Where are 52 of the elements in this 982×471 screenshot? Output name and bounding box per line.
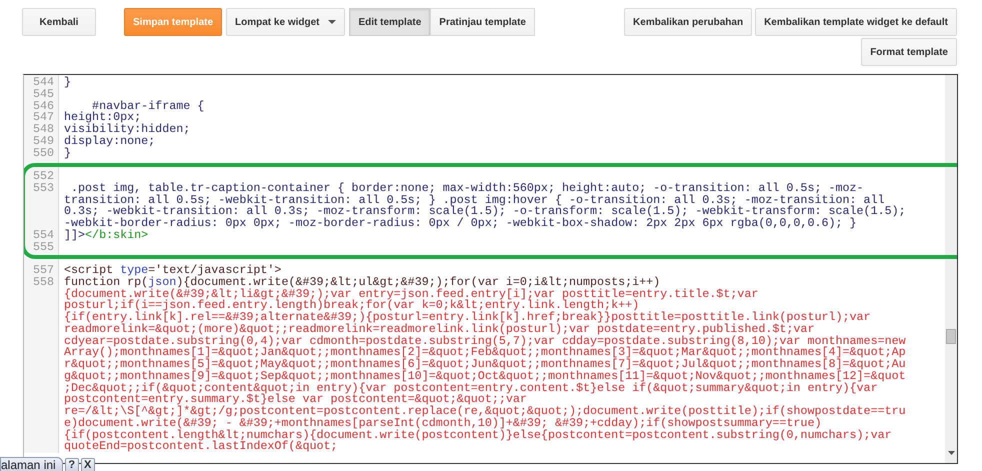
- line-number: 553: [32, 180, 54, 195]
- line-number: 546: [32, 98, 54, 112]
- code-line: -webkit-border-radius: 0px 0px; -moz-border-radius: 0px / 0px; -webkit-box-shadow: 2px 2px 6px rgba(0,0,0,0.6); }: [64, 216, 857, 230]
- line-number: 558: [32, 274, 54, 289]
- code-line: height:0px;: [64, 110, 142, 124]
- code-line: e)document.write(&#39; - &#39;+monthnames[parseInt(cdmonth,10)]+&#39; &#39;+cdday);if(showpostsummary==true): [64, 416, 822, 430]
- toolbar-button[interactable]: Format template: [861, 38, 957, 66]
- line-number: 555: [32, 240, 54, 254]
- line-number: 549: [32, 134, 54, 148]
- line-number: 545: [32, 86, 54, 101]
- code-line: display:none;: [64, 134, 156, 148]
- code-line: cdyear=postdate.substring(0,4);var cdmonth=postdate.substring(5,7);var cdday=postdate.substring(8,10);var monthnames=new: [64, 334, 906, 348]
- translate-bar-tab[interactable]: alaman ini: [0, 457, 63, 471]
- code-line: ;Dec&quot;;if(&quot;content&quot;in entry){var postcontent=entry.content.$t}else if(&quot;summary&quot;in entry){var: [64, 380, 878, 394]
- code-line: 0.3s; -webkit-transition: all 0.3s; -moz-transform: scale(1.5); -o-transform: scale(1.5); -webkit-transform: scale(1.5);: [64, 204, 906, 218]
- view-tab[interactable]: Pratinjau template: [430, 8, 535, 36]
- code-line: g&quot;;monthnames[9]=&quot;Sep&quot;;monthnames[10]=&quot;Oct&quot;;monthnames[11]=&quot;Nov&quot;;monthnames[12]=&quot: [64, 368, 906, 383]
- toolbar-button[interactable]: Kembali: [22, 8, 96, 36]
- line-number: 548: [32, 122, 54, 136]
- code-line: re=/&lt;\S[^&gt;]*&gt;/g;postcontent=postcontent.replace(re,&quot;&quot;);document.write(posttitle);if(showpostdate==tru: [64, 404, 906, 418]
- code-line: {if(entry.link[k].rel==&#39;alternate&#39;){posturl=entry.link[k].href;break}}posttitle=posttitle.link(posturl);var: [64, 310, 871, 324]
- code-line: ]]></b:skin>: [64, 228, 148, 242]
- code-line: }: [64, 75, 72, 89]
- line-number: 552: [32, 169, 54, 183]
- scroll-thumb[interactable]: [946, 329, 956, 344]
- code-line: <script type='text/javascript'>: [64, 263, 282, 277]
- code-line: transition: all 0.5s; -webkit-transition: all 0.5s; } .post img:hover { -o-transition: all 0.3s; -moz-transition: all: [64, 192, 885, 206]
- code-line: postcontent=entry.summary.$t}else var postcontent=&quot;&quot;;var: [64, 392, 527, 406]
- toolbar-button[interactable]: Kembalikan perubahan: [624, 8, 752, 36]
- scrollbar[interactable]: [945, 75, 957, 463]
- code-line: function rp(json){document.write(&#39;&lt;ul&gt;&#39;);for(var i=0;i&lt;numposts;i++): [64, 274, 660, 289]
- code-line: quoteEnd=postcontent.lastIndexOf(&quot;: [64, 439, 338, 454]
- code-line: Array();monthnames[1]=&quot;Jan&quot;;monthnames[2]=&quot;Feb&quot;;monthnames[3]=&quot;Mar&quot;;monthnames[4]=&quot;Ap: [64, 345, 906, 360]
- dropdown-button[interactable]: Lompat ke widget: [226, 8, 346, 36]
- code-line: .post img, table.tr-caption-container { border:none; max-width:560px; height:auto; -o-transition: all 0.5s; -moz-: [71, 180, 864, 195]
- code-line: visibility:hidden;: [64, 122, 190, 136]
- code-line: #navbar-iframe {: [92, 98, 204, 112]
- code-line: readmorelink=&quot;(more)&quot;;readmorelink=readmorelink.link(posturl);var postdate=entry.published.$t;var: [64, 322, 814, 336]
- toolbar-button[interactable]: Kembalikan template widget ke default: [755, 8, 957, 36]
- view-tab[interactable]: Edit template: [349, 8, 430, 36]
- line-number: 550: [32, 146, 54, 160]
- caret-icon: [328, 20, 336, 24]
- line-number: 557: [32, 263, 54, 277]
- code-line: posturl;if(i==json.feed.entry.length)break;for(var k=0;k&lt;entry.link.length;k++): [64, 298, 640, 312]
- code-line: {document.write(&#39;&lt;li&gt;&#39;);var entry=json.feed.entry[i];var posttitle=entry.title.$t;var: [64, 286, 758, 300]
- code-line: {if(postcontent.length&lt;numchars){document.write(postcontent)}else{postcontent=postcontent.substring(0,numchars);var: [64, 428, 892, 442]
- line-number: 547: [32, 110, 54, 124]
- line-number: 554: [32, 228, 54, 242]
- code-line: r&quot;;monthnames[5]=&quot;May&quot;;monthnames[6]=&quot;Jun&quot;;monthnames[7]=&quot;Jul&quot;;monthnames[8]=&quot;Au: [64, 357, 906, 371]
- code-line: }: [64, 146, 72, 160]
- line-number: 544: [32, 75, 54, 89]
- scroll-down-icon[interactable]: [948, 451, 955, 455]
